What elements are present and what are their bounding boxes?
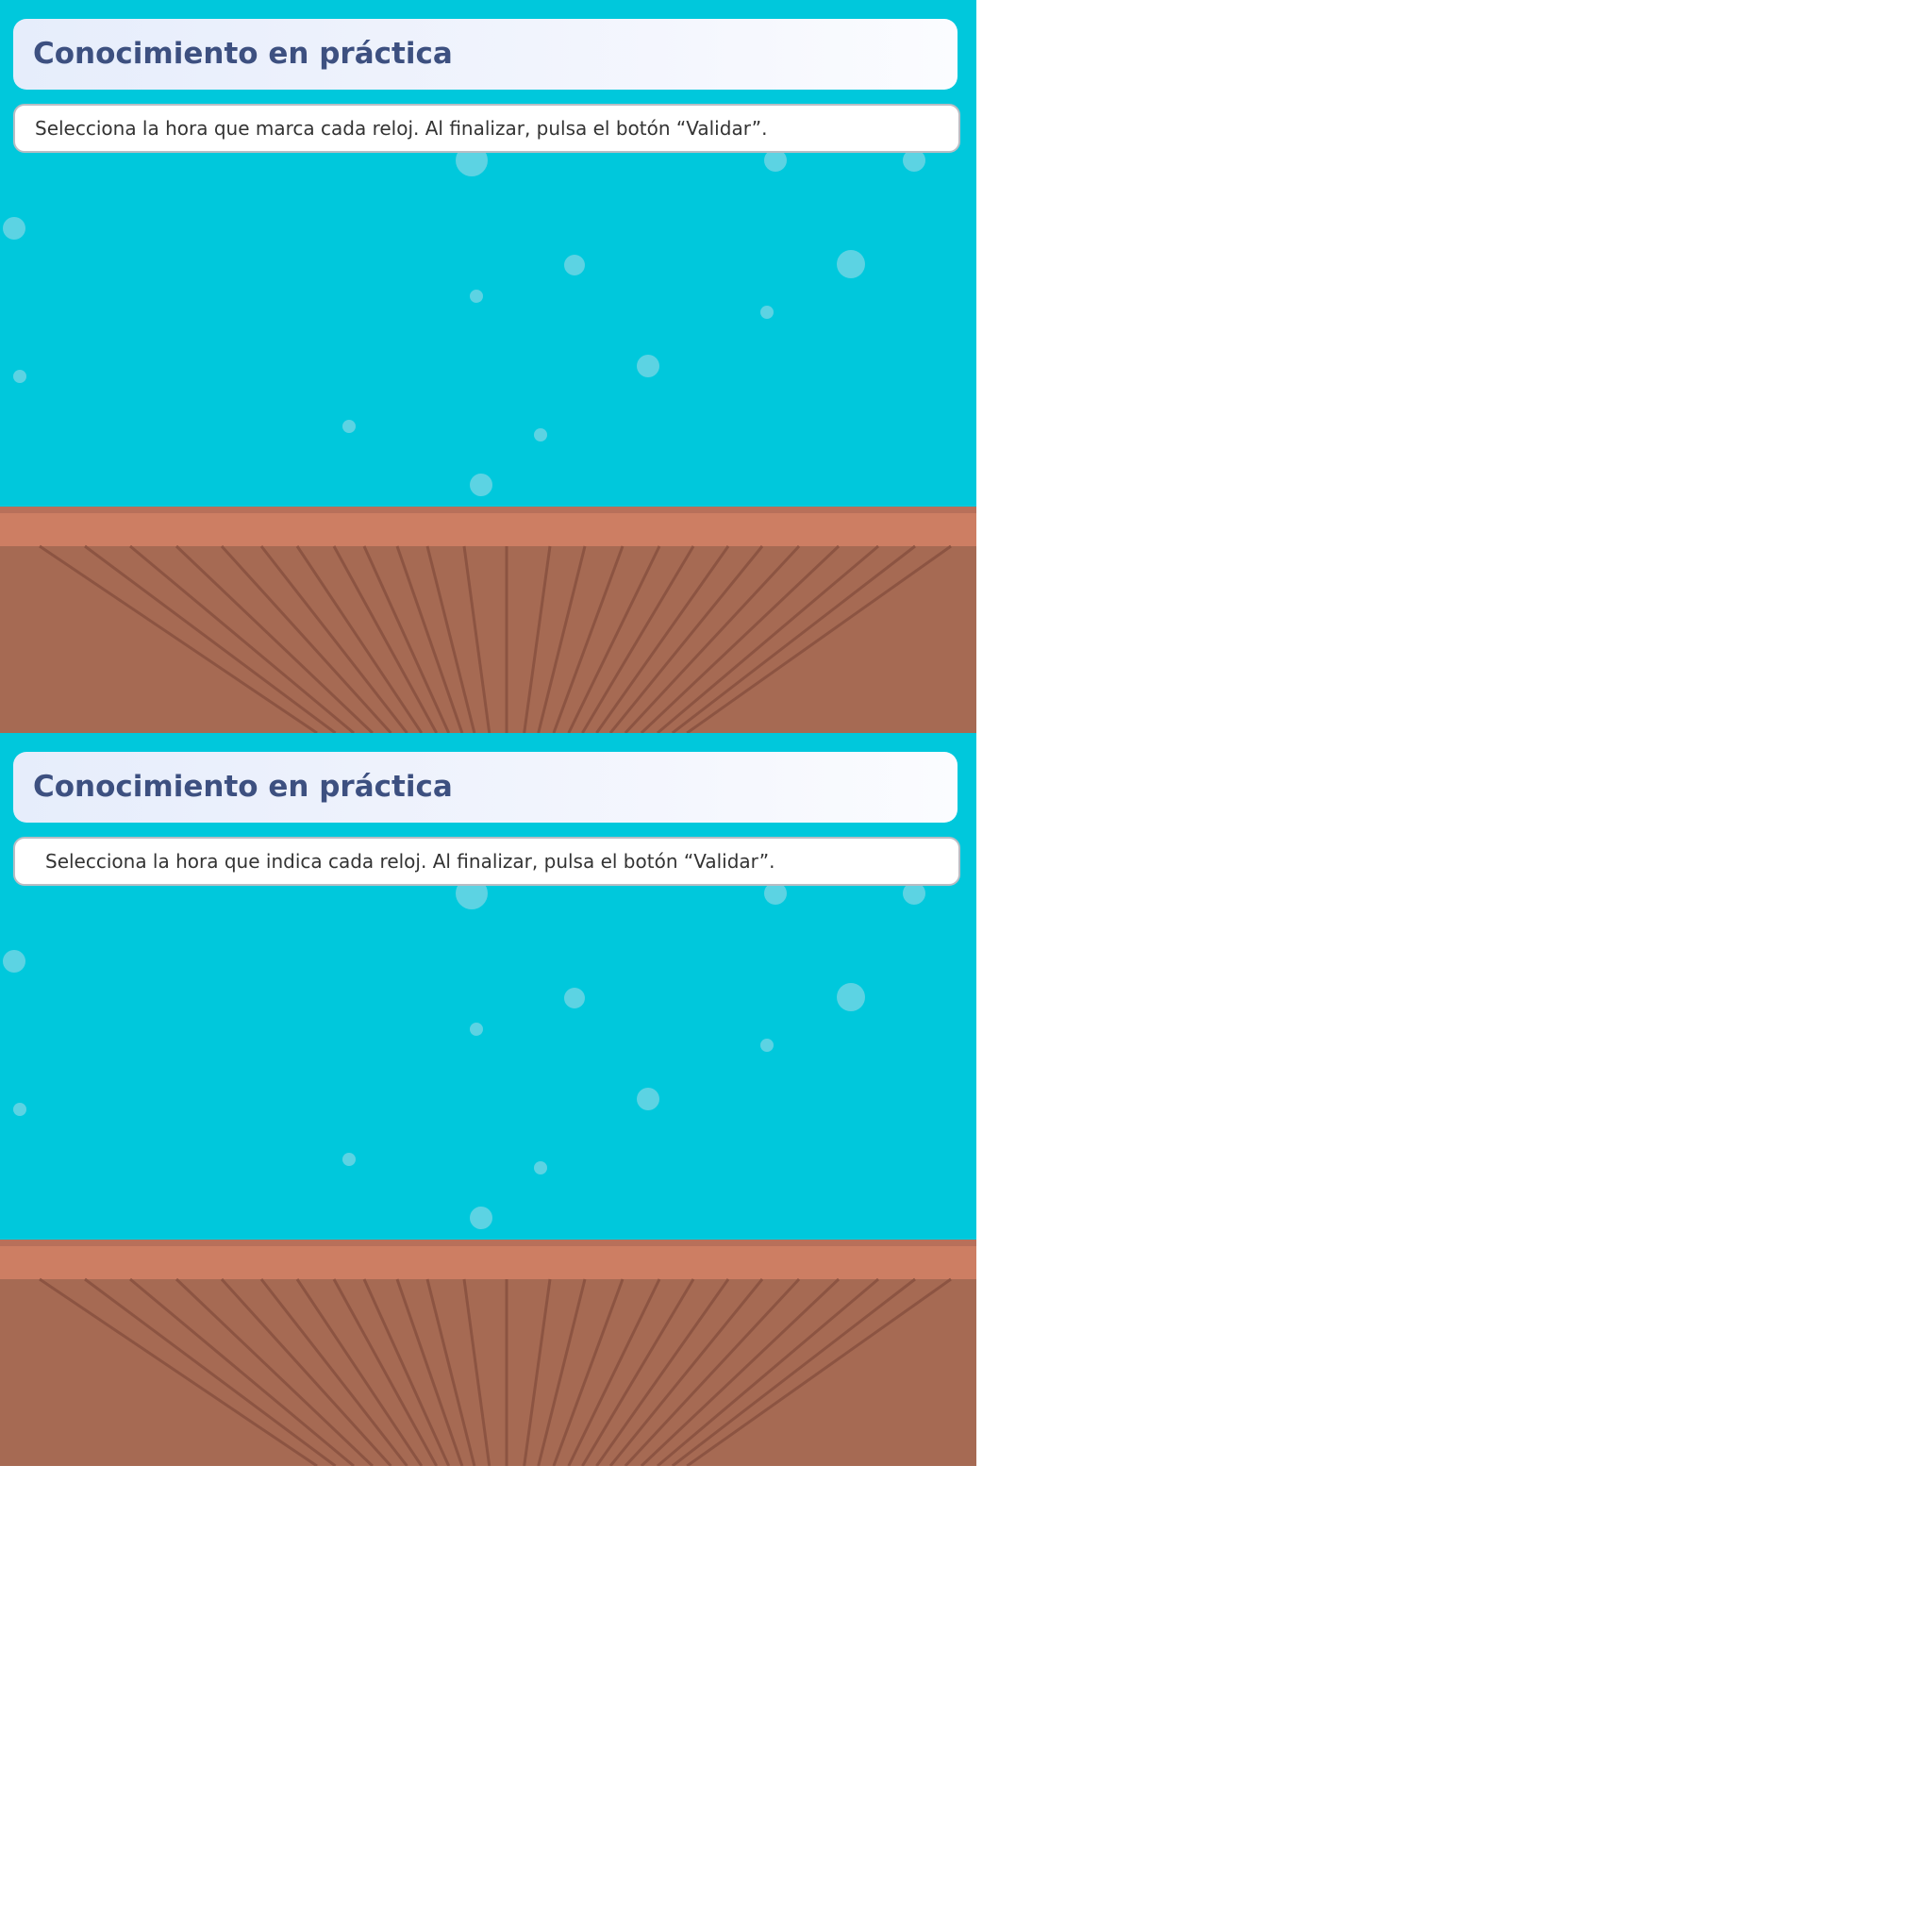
- title-bar: Conocimiento en práctica: [13, 752, 958, 823]
- bubble-group: [3, 144, 925, 496]
- wooden-floor: [0, 1240, 976, 1466]
- activity-panel-1: Conocimiento en práctica Selecciona la h…: [0, 0, 976, 733]
- wooden-floor: [0, 507, 976, 733]
- page-title: Conocimiento en práctica: [33, 37, 453, 71]
- instruction-box: Selecciona la hora que marca cada reloj.…: [13, 104, 960, 153]
- instruction-text: Selecciona la hora que marca cada reloj.…: [35, 117, 768, 140]
- bubble-group: [3, 877, 925, 1229]
- title-bar: Conocimiento en práctica: [13, 19, 958, 90]
- instruction-text: Selecciona la hora que indica cada reloj…: [45, 850, 775, 873]
- page-title: Conocimiento en práctica: [33, 770, 453, 804]
- instruction-box: Selecciona la hora que indica cada reloj…: [13, 837, 960, 886]
- activity-panel-2: Conocimiento en práctica Selecciona la h…: [0, 733, 976, 1466]
